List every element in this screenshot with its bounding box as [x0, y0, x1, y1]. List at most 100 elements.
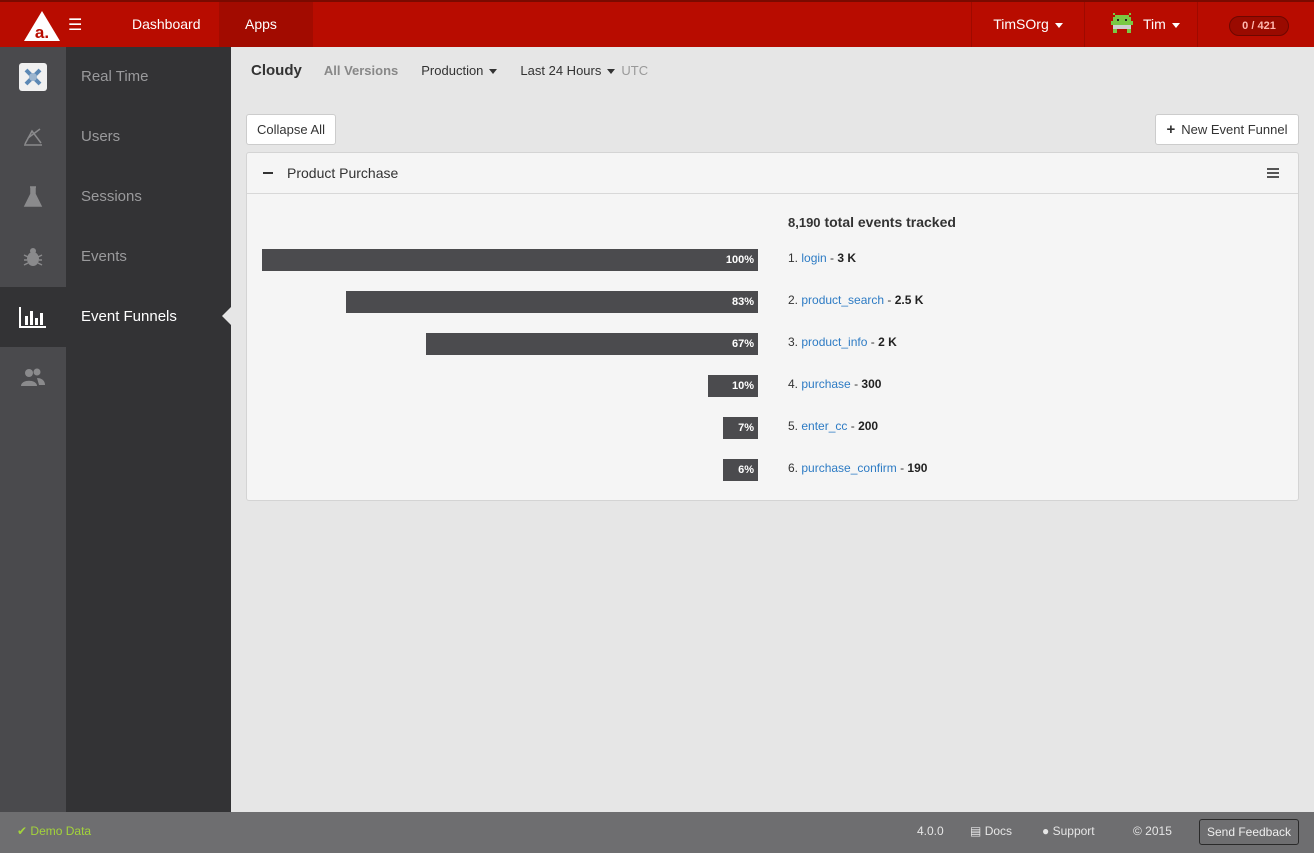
globe-icon: ●: [1042, 824, 1050, 838]
send-feedback-button[interactable]: Send Feedback: [1199, 819, 1299, 845]
flask-icon: [23, 186, 43, 207]
sidebar-item-events[interactable]: Events: [81, 248, 127, 265]
total-events: 8,190 total events tracked: [788, 214, 956, 230]
org-dropdown[interactable]: TimSOrg: [972, 2, 1084, 47]
step-index: 6.: [788, 461, 799, 475]
funnel-step: 4. purchase - 300: [788, 377, 882, 391]
environment-label: Production: [421, 62, 484, 78]
timezone-label: UTC: [621, 62, 649, 78]
chevron-down-icon: [1171, 22, 1180, 28]
environment-dropdown[interactable]: Production: [421, 62, 498, 78]
sidebar-item-sessions-icon[interactable]: [0, 167, 66, 227]
document-icon: ▤: [970, 824, 982, 838]
funnel-panel: Product Purchase 8,190 total events trac…: [246, 152, 1299, 501]
step-count: 300: [861, 377, 882, 391]
funnel-step: 5. enter_cc - 200: [788, 419, 879, 433]
sidebar-item-users[interactable]: Users: [81, 128, 120, 145]
funnel-bar: 100%: [262, 249, 758, 271]
active-item-pointer: [222, 307, 231, 325]
copyright: © 2015: [1133, 824, 1172, 838]
step-event-link[interactable]: login: [801, 251, 826, 265]
sidebar-item-event-funnels[interactable]: Event Funnels: [81, 308, 177, 325]
panel-menu-icon[interactable]: [1267, 168, 1279, 178]
step-event-link[interactable]: product_search: [801, 293, 884, 307]
time-range-label: Last 24 Hours: [520, 62, 602, 78]
demo-data-label: Demo Data: [30, 824, 92, 838]
funnel-bar: 7%: [723, 417, 758, 439]
svg-text:a.: a.: [35, 23, 49, 41]
funnel-step: 1. login - 3 K: [788, 251, 857, 265]
users-icon: [24, 128, 42, 146]
sidebar-icon-rail: [0, 47, 66, 812]
funnel-step: 2. product_search - 2.5 K: [788, 293, 924, 307]
plus-icon: +: [1166, 121, 1176, 138]
checkmark-icon: ✔: [17, 824, 28, 838]
step-count: 2.5 K: [894, 293, 924, 307]
versions-filter[interactable]: All Versions: [324, 63, 398, 78]
top-bar: a. ☰ Dashboard Apps TimSOrg Tim 0 / 421: [0, 0, 1314, 73]
funnel-step: 3. product_info - 2 K: [788, 335, 897, 349]
docs-label: Docs: [984, 824, 1013, 838]
realtime-icon: [19, 63, 47, 91]
sidebar-item-users-icon[interactable]: [0, 107, 66, 167]
step-index: 4.: [788, 377, 799, 391]
funnel-bar: 83%: [346, 291, 758, 313]
version-label: 4.0.0: [917, 824, 944, 838]
chevron-down-icon: [1054, 22, 1063, 28]
sidebar-item-event-funnels-icon[interactable]: [0, 287, 66, 347]
step-index: 5.: [788, 419, 799, 433]
sidebar-item-events-icon[interactable]: [0, 227, 66, 287]
new-event-funnel-label: New Event Funnel: [1181, 122, 1288, 137]
appcelerator-logo-icon[interactable]: a.: [24, 11, 60, 41]
step-event-link[interactable]: enter_cc: [801, 419, 847, 433]
step-event-link[interactable]: purchase_confirm: [801, 461, 896, 475]
bar-chart-icon: [19, 307, 46, 328]
divider: [1197, 2, 1198, 47]
total-events-label: total events tracked: [824, 214, 956, 230]
new-event-funnel-button[interactable]: + New Event Funnel: [1155, 114, 1299, 145]
step-event-link[interactable]: purchase: [801, 377, 850, 391]
chevron-down-icon: [489, 68, 498, 74]
hamburger-menu-icon[interactable]: ☰: [68, 15, 82, 35]
nav-apps-label: Apps: [245, 16, 277, 32]
sidebar-item-realtime[interactable]: Real Time: [81, 68, 149, 85]
step-count: 200: [858, 419, 879, 433]
sidebar-item-sessions[interactable]: Sessions: [81, 188, 142, 205]
collapse-all-button[interactable]: Collapse All: [246, 114, 336, 145]
nav-dashboard-label: Dashboard: [132, 16, 201, 32]
people-icon: [21, 368, 45, 386]
sidebar-nav: Real Time Users Sessions Events Event Fu…: [66, 47, 231, 812]
step-index: 2.: [788, 293, 799, 307]
user-dropdown[interactable]: Tim: [1085, 2, 1197, 47]
user-name: Tim: [1143, 16, 1166, 32]
collapse-minus-icon[interactable]: [263, 172, 273, 174]
step-count: 3 K: [837, 251, 857, 265]
step-count: 190: [907, 461, 928, 475]
funnel-title: Product Purchase: [287, 165, 399, 181]
nav-dashboard[interactable]: Dashboard: [110, 2, 223, 47]
support-link[interactable]: ● Support: [1042, 824, 1095, 838]
funnel-bar: 10%: [708, 375, 758, 397]
sidebar-item-people-icon[interactable]: [0, 347, 66, 407]
step-event-link[interactable]: product_info: [801, 335, 867, 349]
nav-apps-dropdown[interactable]: Apps: [219, 2, 313, 73]
demo-data-indicator: ✔ Demo Data: [17, 824, 91, 838]
app-filter-bar: Cloudy All Versions Production Last 24 H…: [251, 60, 648, 80]
time-range-dropdown[interactable]: Last 24 Hours: [520, 62, 616, 78]
notification-counter[interactable]: 0 / 421: [1229, 16, 1289, 36]
docs-link[interactable]: ▤ Docs: [970, 824, 1012, 838]
footer: ✔ Demo Data 4.0.0 ▤ Docs ● Support © 201…: [0, 812, 1314, 853]
sidebar-item-realtime-icon[interactable]: [0, 47, 66, 107]
support-label: Support: [1052, 824, 1095, 838]
app-name: Cloudy: [251, 61, 302, 79]
chevron-down-icon: [607, 68, 616, 74]
funnel-step: 6. purchase_confirm - 190: [788, 461, 928, 475]
total-events-number: 8,190: [788, 215, 821, 230]
funnel-bar: 6%: [723, 459, 758, 481]
bug-icon: [23, 248, 43, 266]
avatar-icon: [1111, 13, 1133, 33]
step-index: 1.: [788, 251, 799, 265]
step-index: 3.: [788, 335, 799, 349]
funnel-panel-header: Product Purchase: [247, 153, 1298, 194]
funnel-bar: 67%: [426, 333, 758, 355]
